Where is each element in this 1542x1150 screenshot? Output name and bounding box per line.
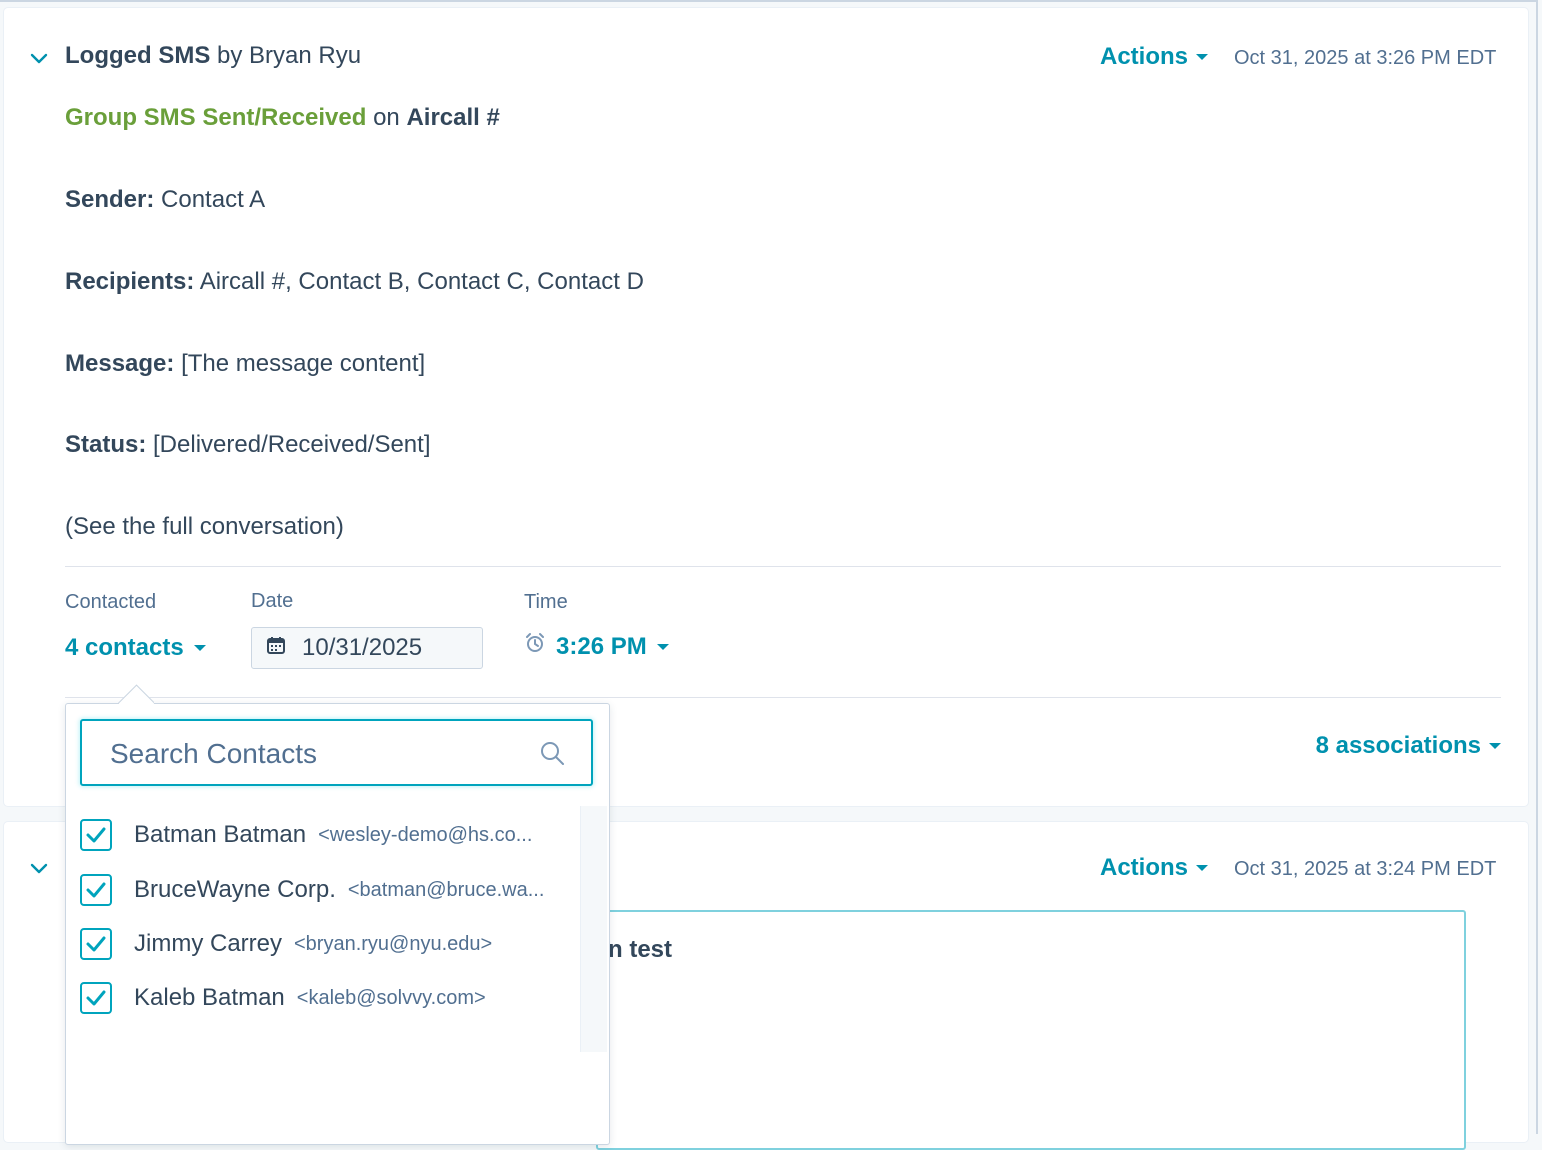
entry-timestamp: Oct 31, 2025 at 3:24 PM EDT [1234,858,1497,880]
popover-arrow [118,680,154,704]
contacted-value: 4 contacts [65,634,184,661]
actions-label: Actions [1100,43,1189,70]
date-label: Date [251,590,294,612]
line-name: Aircall # [406,104,500,131]
entry-title-author: by Bryan Ryu [217,42,362,69]
status-label: Status: [65,431,147,458]
checkmark-icon [86,827,106,843]
contacted-dropdown[interactable]: 4 contacts [65,634,206,662]
contact-email: <bryan.ryu@nyu.edu> [294,932,493,955]
status-line: Status: [Delivered/Received/Sent] [65,431,431,459]
actions-dropdown[interactable]: Actions [1100,854,1209,882]
contact-name: BruceWayne Corp. [134,876,336,903]
time-dropdown[interactable]: 3:26 PM [524,632,669,661]
actions-dropdown[interactable]: Actions [1100,43,1209,71]
checkmark-icon [86,882,106,898]
chevron-down-icon[interactable] [28,47,50,69]
recipients-label: Recipients: [65,268,195,295]
contact-option[interactable]: BruceWayne Corp. <batman@bruce.wa... [80,870,580,910]
actions-label: Actions [1100,854,1189,881]
full-conversation-link[interactable]: (See the full conversation) [65,513,344,541]
contact-checkbox[interactable] [80,928,112,960]
contact-option[interactable]: Jimmy Carrey <bryan.ryu@nyu.edu> [80,924,580,964]
contact-email: <batman@bruce.wa... [347,878,545,901]
date-picker[interactable]: 10/31/2025 [251,627,483,669]
time-label: Time [524,591,568,613]
caret-down-icon [193,645,206,651]
entry-title: Logged SMS by Bryan Ryu [65,42,361,70]
checkmark-icon [86,990,106,1006]
recipients-value: Aircall #, Contact B, Contact C, Contact… [199,268,644,295]
alarm-clock-icon [524,632,546,661]
contact-name: Jimmy Carrey [134,930,282,957]
date-value: 10/31/2025 [302,634,423,661]
contact-checkbox[interactable] [80,874,112,906]
chevron-down-icon[interactable] [28,857,50,879]
associations-label: 8 associations [1315,732,1481,759]
calendar-icon [266,634,286,662]
sender-value: Contact A [161,186,266,213]
contact-name: Kaleb Batman [134,984,285,1011]
search-contacts-field[interactable] [80,719,593,786]
message-line: Message: [The message content] [65,350,425,378]
search-input[interactable] [108,721,532,786]
contact-option[interactable]: Kaleb Batman <kaleb@solvvy.com> [80,978,580,1018]
contact-checkbox[interactable] [80,982,112,1014]
caret-down-icon [1489,743,1501,749]
divider [65,697,1501,698]
entry-timestamp: Oct 31, 2025 at 3:26 PM EDT [1234,47,1497,69]
contact-option[interactable]: Batman Batman <wesley-demo@hs.co... [80,815,580,855]
contacted-label: Contacted [65,591,157,613]
search-icon [541,742,564,765]
message-label: Message: [65,350,175,377]
caret-down-icon [1196,54,1209,60]
contact-email: <kaleb@solvvy.com> [296,986,486,1009]
sender-line: Sender: Contact A [65,186,265,214]
contact-checkbox[interactable] [80,819,112,851]
recipients-line: Recipients: Aircall #, Contact B, Contac… [65,268,644,296]
on-text: on [373,104,400,131]
caret-down-icon [1196,865,1209,871]
time-value: 3:26 PM [556,632,647,660]
contacts-list-scrollbar[interactable] [580,806,607,1052]
comment-editor[interactable] [596,910,1466,1150]
sender-label: Sender: [65,186,155,213]
associations-dropdown[interactable]: 8 associations [1316,732,1501,760]
comment-text: n test [608,936,673,963]
status-value: [Delivered/Received/Sent] [153,431,431,458]
divider [65,566,1501,567]
caret-down-icon [656,643,669,650]
message-value: [The message content] [181,350,426,377]
activity-summary: Group SMS Sent/Received on Aircall # [65,104,500,132]
entry-title-type: Logged SMS [65,42,211,69]
contact-email: <wesley-demo@hs.co... [318,823,533,846]
activity-type: Group SMS Sent/Received [65,104,367,131]
checkmark-icon [86,936,106,952]
contact-name: Batman Batman [134,821,307,848]
